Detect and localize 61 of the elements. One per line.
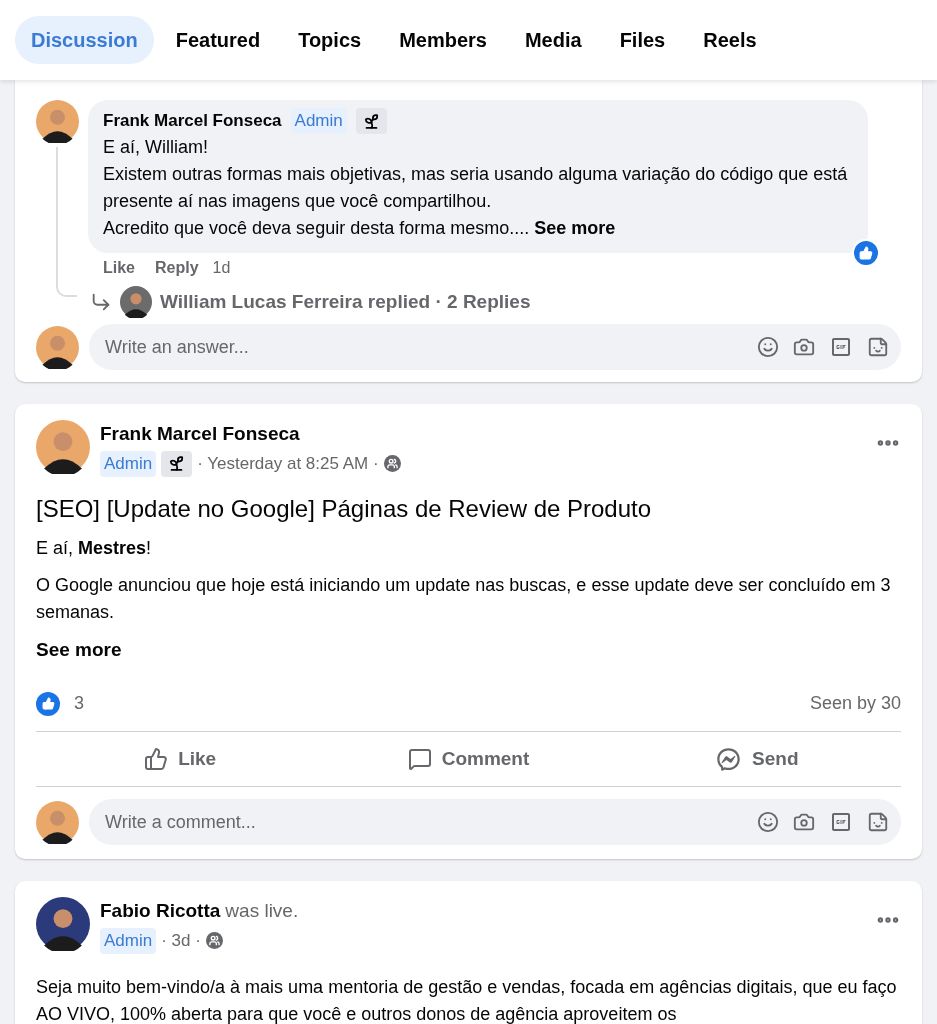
tab[interactable]: Members (383, 16, 503, 64)
comment-action-link[interactable]: Like (103, 256, 135, 280)
text-input[interactable]: Write an answer... (105, 333, 757, 361)
author-name[interactable]: Fabio Ricotta (100, 897, 221, 926)
comment-field[interactable]: Write an answer... (89, 324, 901, 370)
tab[interactable]: Files (603, 16, 682, 64)
comment-text: Existem outras formas mais objetivas, mas seria usando alguma variação do código que está presente aí nas imagens que você compartilhou. (103, 164, 848, 211)
admin-badge: Admin (290, 108, 347, 134)
reaction-count[interactable]: 3 (74, 690, 84, 717)
comment-field[interactable]: Write a comment... (89, 799, 901, 845)
see-more-link[interactable]: See more (36, 638, 122, 660)
author-name[interactable]: Frank Marcel Fonseca (100, 420, 300, 449)
post-text: O Google anunciou que hoje está iniciando um update nas buscas, e esse update deve ser concluído em 3 semanas. (36, 573, 892, 624)
camera-icon[interactable] (793, 336, 815, 358)
avatar (36, 897, 90, 951)
avatar (36, 100, 79, 143)
emoji-icon[interactable] (757, 336, 779, 358)
seen-count[interactable]: Seen by 30 (809, 690, 901, 717)
post-text: Seja muito bem-vindo/a à mais uma mentoria de gestão e vendas, focada em agências digitais, que eu faço AO VIVO, 100% aberta para que você e outros donos de agência aproveitem os (36, 975, 898, 1024)
comment-time[interactable]: 1d (212, 256, 231, 280)
tab[interactable]: Media (508, 16, 598, 64)
speech-bubble-icon (407, 747, 432, 771)
gif-icon[interactable] (829, 335, 853, 359)
post-status: was live. (225, 899, 299, 923)
camera-icon[interactable] (793, 811, 815, 833)
tab[interactable]: Discussion (15, 16, 154, 64)
post-action-button[interactable]: Send (612, 732, 901, 786)
tab[interactable]: Topics (282, 16, 378, 64)
sprout-icon (355, 108, 387, 134)
admin-badge: Admin (100, 450, 157, 477)
thumbs-up-icon (144, 747, 169, 771)
reply-arrow-icon (90, 291, 112, 313)
comment-text: Acredito que você deva seguir desta forma mesmo.... (103, 218, 530, 238)
sprout-icon (161, 450, 193, 477)
comment-action-link[interactable]: Reply (155, 256, 199, 280)
text-input[interactable]: Write a comment... (105, 808, 757, 836)
group-privacy-icon (383, 455, 401, 472)
sticker-icon[interactable] (867, 811, 889, 833)
see-more-link[interactable]: See more (534, 218, 616, 238)
avatar (120, 286, 152, 318)
tab[interactable]: Reels (687, 16, 773, 64)
avatar (36, 800, 79, 844)
like-reaction-icon (36, 691, 60, 716)
post-action-button[interactable]: Comment (324, 732, 613, 786)
emoji-icon[interactable] (757, 811, 779, 833)
author-name[interactable]: Frank Marcel Fonseca (103, 108, 282, 134)
gif-icon[interactable] (829, 810, 853, 834)
post-time[interactable]: · 3d · (161, 927, 201, 954)
replies-link[interactable]: William Lucas Ferreira replied · 2 Replies (160, 287, 531, 317)
post-time[interactable]: · Yesterday at 8:25 AM · (197, 450, 379, 477)
avatar (36, 420, 90, 474)
sticker-icon[interactable] (867, 336, 889, 358)
avatar (36, 325, 79, 369)
tab[interactable]: Featured (159, 16, 277, 64)
post-title: [SEO] [Update no Google] Páginas de Review de Produto (36, 493, 653, 524)
post-text: E aí, Mestres! (36, 536, 153, 560)
post-action-button[interactable]: Like (36, 732, 325, 786)
messenger-icon (715, 745, 743, 773)
admin-badge: Admin (100, 927, 157, 954)
group-privacy-icon (205, 932, 223, 949)
comment-text: E aí, William! (103, 137, 208, 157)
